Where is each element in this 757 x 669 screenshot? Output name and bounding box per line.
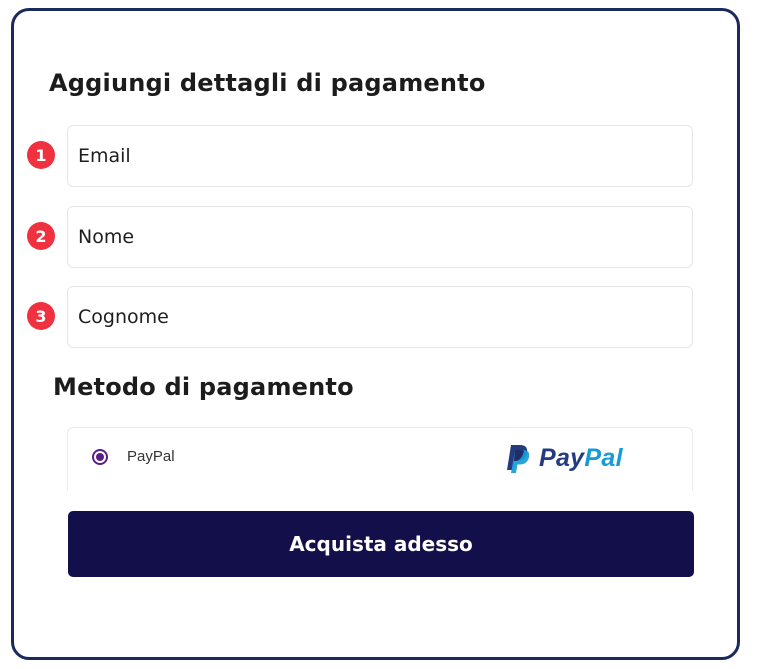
first-name-field-container	[67, 206, 693, 268]
paypal-wordmark: PayPal	[539, 444, 623, 472]
email-field[interactable]	[68, 126, 692, 186]
step-badge-2: 2	[27, 222, 55, 250]
last-name-field[interactable]	[68, 287, 692, 347]
radio-dot	[96, 453, 104, 461]
buy-now-button[interactable]: Acquista adesso	[68, 511, 694, 577]
payment-method-title: Metodo di pagamento	[53, 373, 354, 401]
first-name-field[interactable]	[68, 207, 692, 267]
radio-selected-icon[interactable]	[92, 449, 108, 465]
payment-option-paypal[interactable]: PayPal PayPal	[67, 427, 693, 491]
last-name-field-container	[67, 286, 693, 348]
email-field-container	[67, 125, 693, 187]
payment-card: Aggiungi dettagli di pagamento 1 2 3 Met…	[11, 8, 740, 660]
step-badge-3: 3	[27, 302, 55, 330]
payment-option-label: PayPal	[127, 448, 175, 465]
paypal-logo: PayPal	[505, 444, 623, 473]
page-title: Aggiungi dettagli di pagamento	[49, 69, 486, 97]
paypal-logo-icon	[507, 444, 529, 473]
step-badge-1: 1	[27, 141, 55, 169]
